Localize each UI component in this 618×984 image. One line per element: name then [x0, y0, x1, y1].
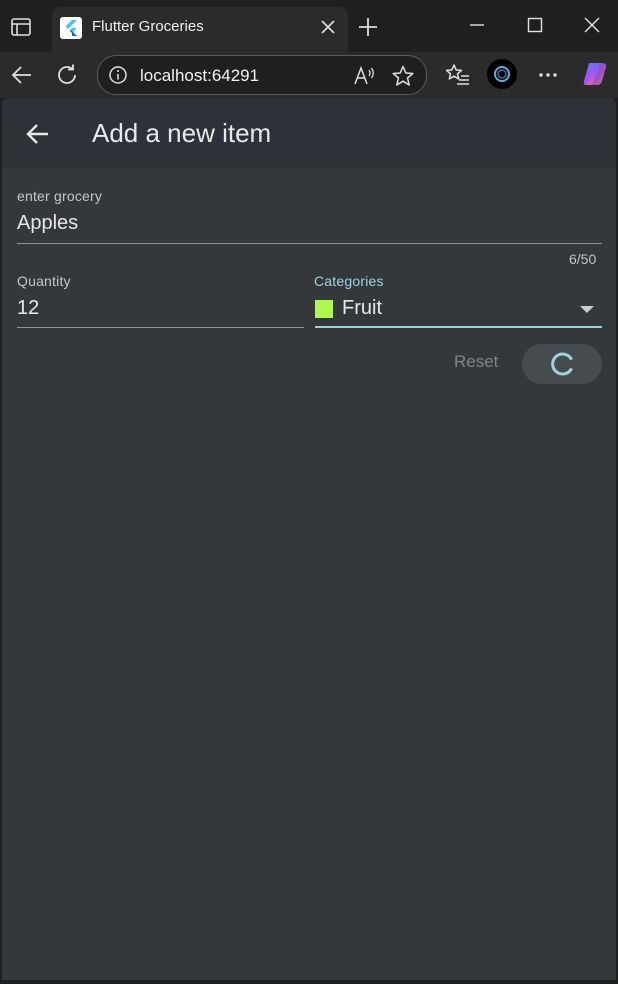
dropdown-arrow-icon[interactable] — [580, 306, 594, 313]
page-title: Add a new item — [92, 118, 272, 148]
minimize-icon[interactable] — [466, 14, 488, 36]
browser-toolbar: localhost:64291 — [0, 52, 618, 98]
favorites-list-icon[interactable] — [445, 62, 471, 88]
tab-title: Flutter Groceries — [92, 18, 204, 35]
quantity-field-label: Quantity — [17, 273, 71, 289]
address-bar[interactable]: localhost:64291 — [97, 55, 427, 95]
character-counter: 6/50 — [569, 251, 597, 267]
submit-button-loading[interactable] — [522, 344, 602, 384]
tab-actions-icon[interactable] — [10, 16, 32, 38]
loading-spinner-icon — [551, 352, 573, 376]
browser-tab[interactable]: Flutter Groceries — [52, 7, 348, 52]
flutter-logo-icon — [60, 17, 82, 39]
quantity-field-value[interactable]: 12 — [17, 297, 39, 320]
plus-icon[interactable] — [357, 16, 379, 38]
app-viewport: Add a new item enter grocery Apples 6/50… — [2, 98, 616, 980]
copilot-icon[interactable] — [580, 59, 610, 89]
grocery-field-underline — [17, 243, 602, 244]
category-value[interactable]: Fruit — [342, 297, 382, 320]
profile-icon — [494, 66, 510, 82]
reset-button[interactable]: Reset — [454, 352, 498, 372]
categories-field-underline — [315, 326, 602, 328]
arrow-left-icon[interactable] — [25, 121, 51, 147]
close-icon[interactable] — [581, 14, 603, 36]
reload-icon[interactable] — [54, 62, 80, 88]
read-aloud-icon[interactable] — [352, 64, 376, 88]
arrow-left-icon[interactable] — [9, 62, 35, 88]
profile-avatar[interactable] — [487, 59, 517, 89]
app-bar: Add a new item — [2, 98, 616, 168]
url-text[interactable]: localhost:64291 — [140, 66, 259, 86]
category-color-swatch — [315, 300, 333, 318]
quantity-field-underline — [17, 327, 304, 328]
star-icon[interactable] — [391, 64, 415, 88]
maximize-icon[interactable] — [524, 14, 546, 36]
grocery-field-value[interactable]: Apples — [17, 212, 78, 235]
info-icon[interactable] — [108, 65, 128, 85]
more-horizontal-icon[interactable] — [535, 62, 561, 88]
browser-tab-strip: Flutter Groceries — [0, 0, 618, 52]
grocery-field-label: enter grocery — [17, 188, 103, 204]
close-icon[interactable] — [318, 17, 338, 37]
categories-field-label: Categories — [314, 273, 384, 289]
